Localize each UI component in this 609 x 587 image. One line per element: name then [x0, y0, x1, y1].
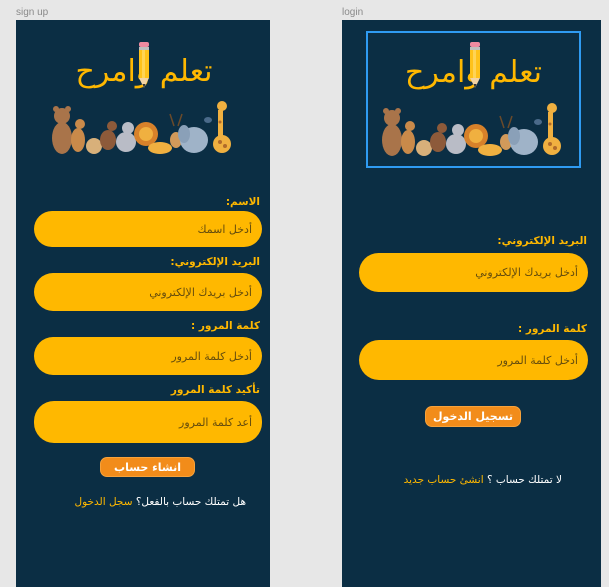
- email-label: البريد الإلكتروني:: [170, 256, 260, 268]
- password-input[interactable]: أدخل كلمة المرور: [34, 337, 262, 375]
- no-account-text: لا تمتلك حساب ؟: [486, 474, 562, 486]
- login-link[interactable]: سجل الدخول: [74, 496, 132, 508]
- have-account-text: هل تمتلك حساب بالفعل؟: [135, 496, 246, 508]
- password-input[interactable]: أدخل كلمة المرور: [359, 340, 588, 380]
- email-input[interactable]: أدخل بريدك الإلكتروني: [359, 253, 588, 292]
- pencil-icon: [139, 42, 149, 88]
- animals-illustration: [52, 101, 231, 154]
- password-placeholder: أدخل كلمة المرور: [497, 353, 578, 367]
- animals-illustration: [382, 103, 561, 156]
- email-placeholder: أدخل بريدك الإلكتروني: [149, 285, 252, 299]
- password-label: كلمة المرور :: [518, 323, 587, 335]
- confirm-password-input[interactable]: أعد كلمة المرور: [34, 401, 262, 443]
- email-label: البريد الإلكتروني:: [497, 235, 587, 247]
- login-prompt: هل تمتلك حساب بالفعل؟ سجل الدخول: [74, 496, 246, 508]
- password-placeholder: أدخل كلمة المرور: [171, 349, 252, 363]
- confirm-password-label: تأكيد كلمة المرور: [170, 384, 260, 396]
- signup-prompt: لا تمتلك حساب ؟ انشئ حساب جديد: [404, 474, 562, 486]
- frame-label-signup: sign up: [16, 7, 49, 18]
- email-input[interactable]: أدخل بريدك الإلكتروني: [34, 273, 262, 311]
- create-account-link[interactable]: انشئ حساب جديد: [404, 474, 484, 486]
- name-placeholder: أدخل اسمك: [197, 222, 252, 236]
- email-placeholder: أدخل بريدك الإلكتروني: [475, 266, 578, 279]
- create-account-button[interactable]: انشاء حساب: [100, 457, 195, 477]
- signup-screen: تعلم وامرح الاسم: أدخل اسمك البريد الإلك…: [16, 20, 270, 587]
- password-label: كلمة المرور :: [191, 320, 260, 332]
- app-logo: تعلم وامرح: [366, 31, 581, 168]
- login-button[interactable]: تسجيل الدخول: [425, 406, 521, 427]
- pencil-icon: [470, 42, 480, 88]
- app-logo: تعلم وامرح: [46, 42, 242, 160]
- frame-label-login: login: [342, 7, 364, 18]
- login-screen: تعلم وامرح البريد الإلكتروني: أدخل بريدك…: [342, 20, 601, 587]
- name-label: الاسم:: [225, 196, 260, 208]
- name-input[interactable]: أدخل اسمك: [34, 211, 262, 247]
- confirm-password-placeholder: أعد كلمة المرور: [179, 415, 252, 429]
